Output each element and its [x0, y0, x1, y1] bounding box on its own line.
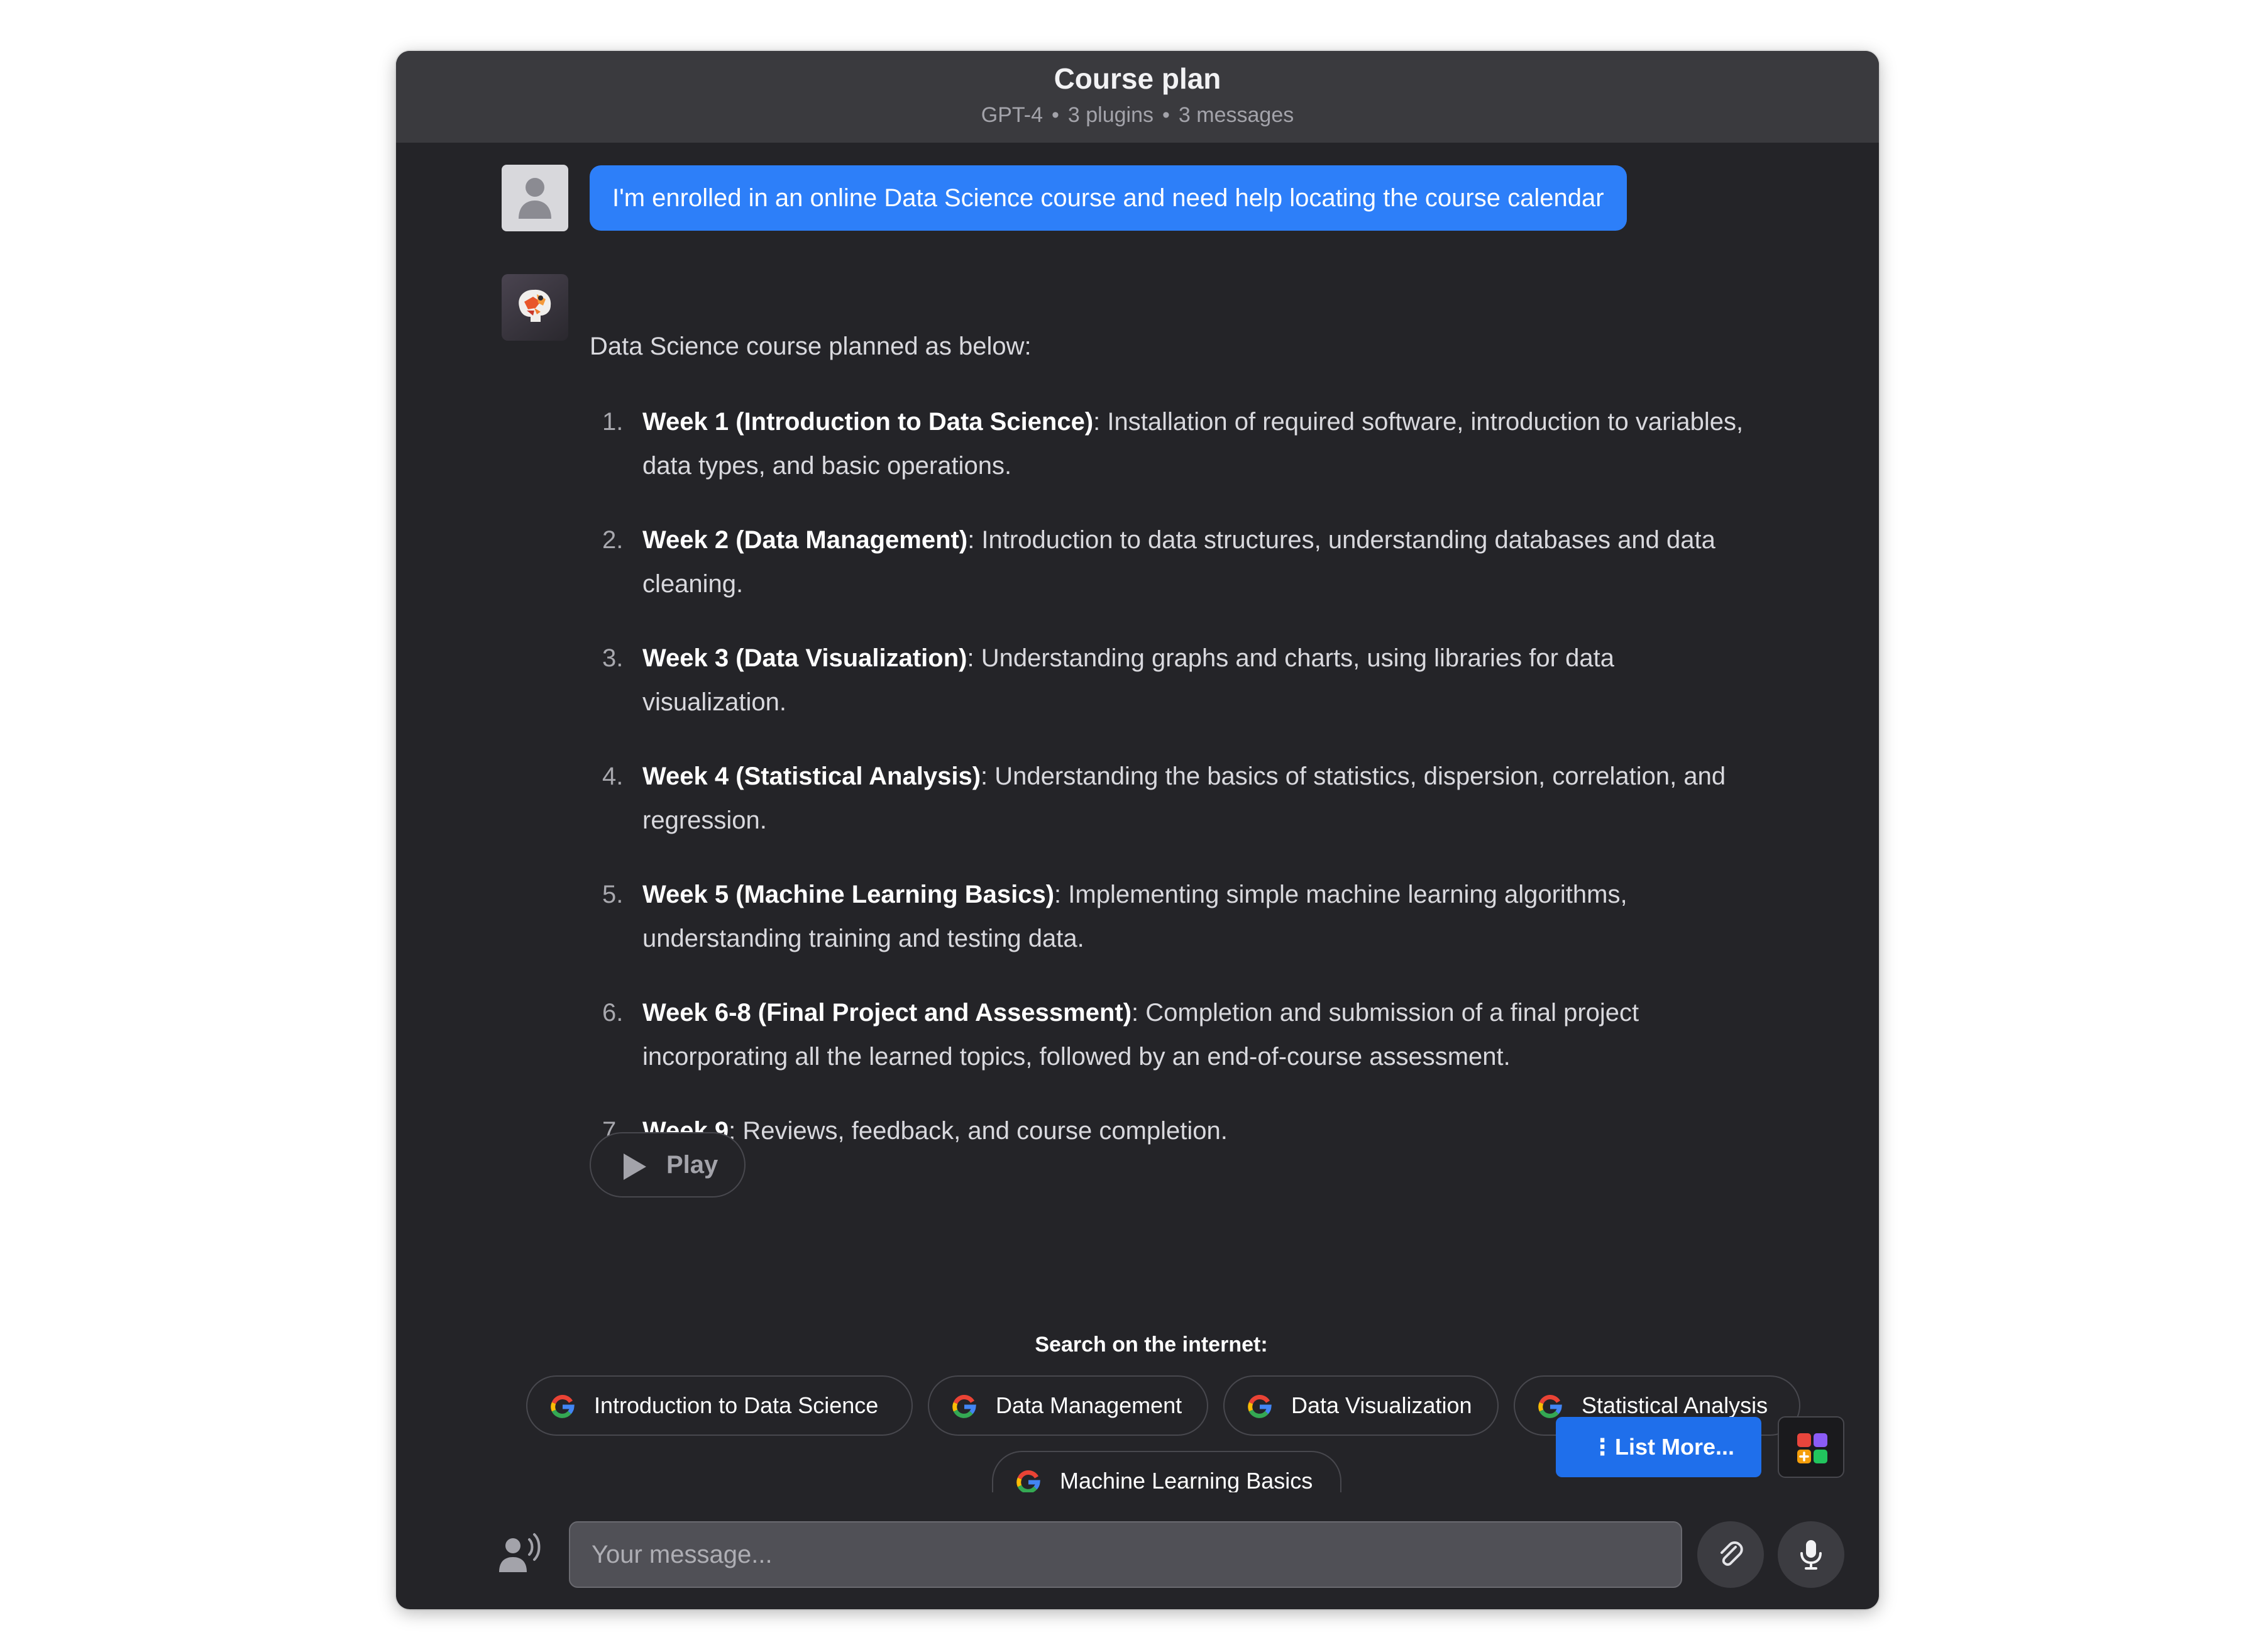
chat-header: Course plan GPT-4 • 3 plugins • 3 messages: [396, 51, 1879, 143]
search-chip-machine-learning[interactable]: Machine Learning Basics: [992, 1451, 1341, 1492]
item-line-1: Week 5 (Machine Learning Basics): Implem…: [642, 873, 1797, 917]
microphone-icon: [1800, 1540, 1822, 1570]
apps-button[interactable]: [1778, 1416, 1844, 1478]
google-g-icon: [1016, 1470, 1040, 1492]
item-title: Week 3 (Data Visualization): [642, 644, 967, 672]
item-text: : Understanding graphs and charts, using…: [967, 644, 1614, 672]
item-title: Week 4 (Statistical Analysis): [642, 763, 981, 790]
list-item: 3. Week 3 (Data Visualization): Understa…: [590, 636, 1797, 724]
item-title: Week 6-8 (Final Project and Assessment): [642, 999, 1132, 1027]
item-text: : Introduction to data structures, under…: [967, 526, 1715, 554]
list-number: 4.: [602, 763, 624, 790]
list-item: 4. Week 4 (Statistical Analysis): Unders…: [590, 754, 1797, 842]
chip-label: Machine Learning Basics: [1060, 1468, 1313, 1492]
brain-icon: [519, 289, 551, 322]
person-icon: [519, 178, 551, 219]
assistant-avatar: [502, 274, 568, 341]
item-line-2: incorporating all the learned topics, fo…: [642, 1043, 1511, 1071]
google-g-icon: [952, 1394, 976, 1418]
item-line-1: Week 4 (Statistical Analysis): Understan…: [642, 754, 1797, 798]
chip-label: Data Management: [996, 1392, 1182, 1418]
search-chip-introduction[interactable]: Introduction to Data Science: [526, 1375, 913, 1436]
list-item: 5. Week 5 (Machine Learning Basics): Imp…: [590, 873, 1797, 961]
chip-label: Data Visualization: [1291, 1392, 1472, 1418]
list-item: 1. Week 1 (Introduction to Data Science)…: [590, 400, 1797, 488]
play-label: Play: [666, 1151, 719, 1179]
google-g-icon: [1538, 1394, 1562, 1418]
item-line-1: Week 6-8 (Final Project and Assessment):…: [642, 991, 1797, 1035]
apps-grid-icon: [1797, 1433, 1827, 1463]
list-item: 2. Week 2 (Data Management): Introductio…: [590, 518, 1797, 606]
list-more-button[interactable]: ⋮ List More...: [1556, 1417, 1761, 1477]
more-dots-icon: ⋮: [1591, 1434, 1614, 1460]
item-line-1: Week 1 (Introduction to Data Science): I…: [642, 400, 1797, 444]
assistant-intro: Data Science course planned as below:: [590, 333, 1032, 360]
list-item: 7. Week 9: Reviews, feedback, and course…: [590, 1109, 1797, 1153]
item-line-2: understanding training and testing data.: [642, 925, 1084, 952]
messages-count: 3 messages: [1178, 103, 1294, 127]
search-chip-data-management[interactable]: Data Management: [928, 1375, 1208, 1436]
course-plan-list: 1. Week 1 (Introduction to Data Science)…: [590, 400, 1797, 1183]
model-label: GPT-4: [981, 103, 1043, 127]
item-line-2: data types, and basic operations.: [642, 452, 1012, 480]
list-number: 6.: [602, 999, 624, 1027]
play-icon: [624, 1154, 646, 1180]
search-chip-data-visualization[interactable]: Data Visualization: [1223, 1375, 1499, 1436]
meta-separator: •: [1052, 103, 1059, 127]
list-more-label: List More...: [1615, 1434, 1735, 1460]
voice-user-icon[interactable]: [497, 1531, 544, 1578]
page-title: Course plan: [1054, 62, 1221, 95]
paperclip-icon: [1721, 1541, 1743, 1566]
item-line-2: cleaning.: [642, 570, 744, 598]
item-line-2: visualization.: [642, 688, 787, 716]
chat-meta: GPT-4 • 3 plugins • 3 messages: [396, 101, 1879, 129]
item-line-2: regression.: [642, 807, 767, 834]
search-suggestions-title: Search on the internet:: [1035, 1333, 1268, 1357]
google-g-icon: [1248, 1394, 1272, 1418]
item-line-1: Week 9: Reviews, feedback, and course co…: [642, 1109, 1797, 1153]
plugins-count: 3 plugins: [1067, 103, 1154, 127]
meta-separator: •: [1162, 103, 1170, 127]
user-avatar: [502, 165, 568, 231]
message-input[interactable]: [569, 1521, 1682, 1588]
item-title: Week 1 (Introduction to Data Science): [642, 408, 1094, 436]
list-number: 2.: [602, 526, 624, 554]
item-text: : Installation of required software, int…: [1093, 408, 1744, 436]
item-line-1: Week 3 (Data Visualization): Understandi…: [642, 636, 1797, 680]
item-text: : Reviews, feedback, and course completi…: [729, 1117, 1228, 1145]
item-text: : Completion and submission of a final p…: [1132, 999, 1639, 1027]
user-message-bubble: I'm enrolled in an online Data Science c…: [590, 165, 1627, 231]
item-title: Week 2 (Data Management): [642, 526, 968, 554]
play-button[interactable]: Play: [590, 1132, 746, 1198]
item-text: : Understanding the basics of statistics…: [981, 763, 1726, 790]
list-item: 6. Week 6-8 (Final Project and Assessmen…: [590, 991, 1797, 1079]
item-line-1: Week 2 (Data Management): Introduction t…: [642, 518, 1797, 562]
chat-window: Course plan GPT-4 • 3 plugins • 3 messages I…: [396, 51, 1879, 1609]
item-title: Week 5 (Machine Learning Basics): [642, 881, 1055, 908]
list-number: 1.: [602, 408, 624, 436]
google-g-icon: [551, 1394, 575, 1418]
list-number: 3.: [602, 644, 624, 672]
item-text: : Implementing simple machine learning a…: [1054, 881, 1627, 908]
list-number: 5.: [602, 881, 624, 908]
chip-label: Introduction to Data Science: [594, 1392, 879, 1418]
microphone-button[interactable]: [1778, 1521, 1844, 1588]
attach-button[interactable]: [1697, 1521, 1764, 1588]
